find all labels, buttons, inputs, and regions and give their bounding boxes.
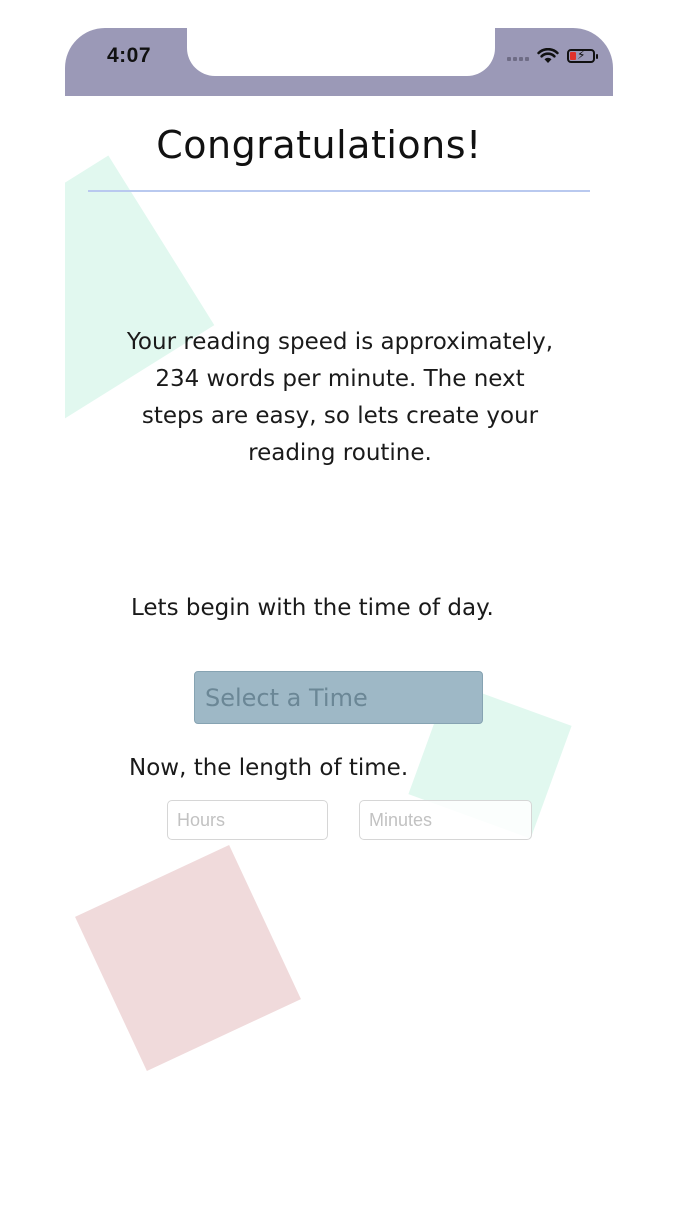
time-of-day-prompt: Lets begin with the time of day. [131,595,494,621]
minutes-input[interactable] [359,800,532,840]
battery-icon: ⚡ [567,48,598,63]
status-bar: 4:07 ⚡ [65,28,613,96]
signal-icon [507,51,529,61]
device-notch [187,28,495,76]
length-of-time-prompt: Now, the length of time. [129,755,409,781]
status-time: 4:07 [107,44,152,67]
app-screen: 4:07 ⚡ Congratulations! Your reading spe… [65,28,613,1215]
reading-speed-message: Your reading speed is approximately, 234… [126,329,554,466]
wifi-icon [537,48,559,63]
hours-input[interactable] [167,800,328,840]
status-icons: ⚡ [507,48,598,64]
decorative-pink-shape [75,845,301,1071]
title-divider [88,190,590,192]
select-time-button[interactable]: Select a Time [194,671,483,724]
page-title: Congratulations! [156,123,482,167]
